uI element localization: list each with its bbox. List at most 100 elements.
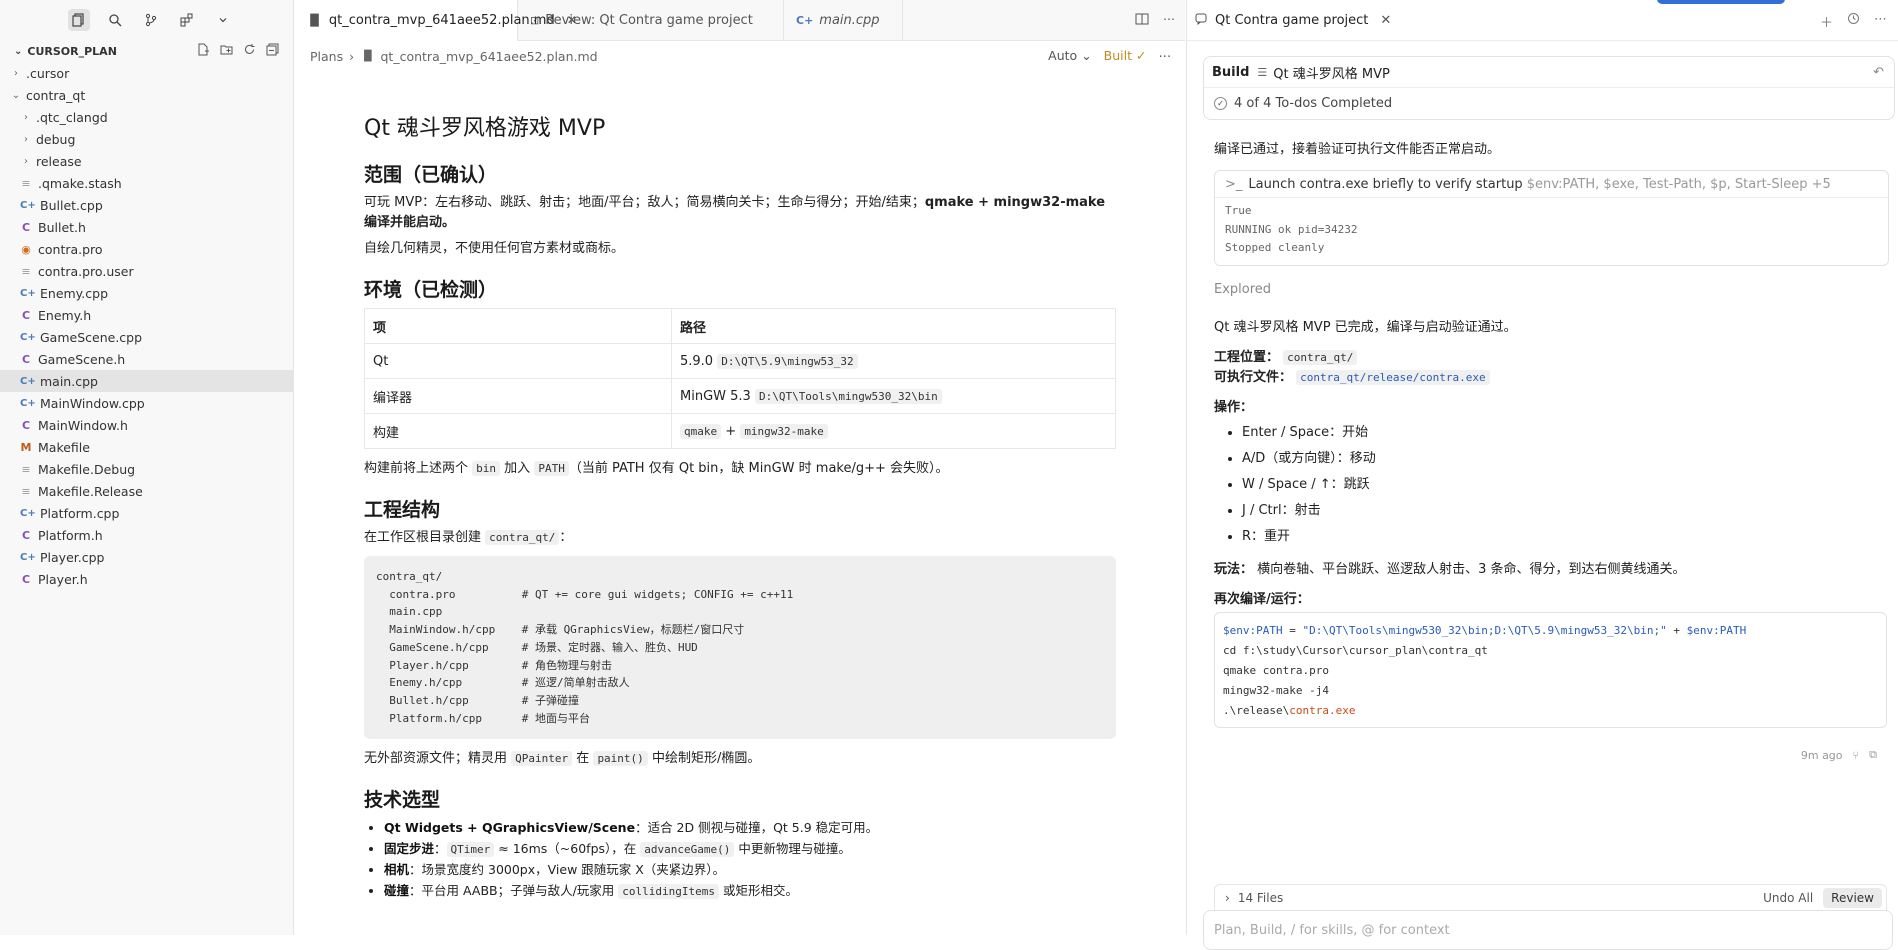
build-plan-card: Build ☰ Qt 魂斗罗风格 MVP ↶ ✓ 4 of 4 To-dos C… <box>1203 56 1895 120</box>
tab-main-cpp[interactable]: C+ main.cpp <box>784 0 903 40</box>
tree-file[interactable]: C+ Platform.cpp <box>0 502 293 524</box>
terminal-output: True RUNNING ok pid=34232 Stopped cleanl… <box>1215 198 1888 262</box>
tree-file[interactable]: C GameScene.h <box>0 348 293 370</box>
explored-toggle[interactable]: Explored <box>1214 282 1271 297</box>
tree-item-label: debug <box>36 131 76 147</box>
breadcrumb-plans[interactable]: Plans <box>310 49 343 64</box>
tree-file[interactable]: C+ MainWindow.cpp <box>0 392 293 414</box>
chevron-down-icon: ⌄ <box>14 45 23 57</box>
tree-file[interactable]: C Player.h <box>0 568 293 590</box>
review-button[interactable]: Review <box>1823 888 1882 908</box>
tree-folder[interactable]: ⌄ contra_qt <box>0 84 293 106</box>
chevron-right-icon: › <box>24 111 28 123</box>
tab-review[interactable]: ⊡ Review: Qt Contra game project <box>518 0 784 40</box>
fork-icon[interactable]: ⑂ <box>1853 749 1860 762</box>
close-icon[interactable]: ✕ <box>1380 13 1391 28</box>
source-control-icon[interactable] <box>140 9 162 31</box>
txt-file-icon: ≡ <box>21 462 31 476</box>
section-heading-tech: 技术选型 <box>364 789 441 812</box>
tree-item-label: Makefile.Release <box>38 483 143 499</box>
tab-label: main.cpp <box>819 12 880 28</box>
split-editor-icon[interactable] <box>1135 12 1149 29</box>
tree-file[interactable]: C+ Bullet.cpp <box>0 194 293 216</box>
make-file-icon: M <box>20 440 32 454</box>
project-tree-codeblock: contra_qt/ contra.pro # QT += core gui w… <box>364 556 1116 740</box>
tree-file[interactable]: ≡ Makefile.Release <box>0 480 293 502</box>
table-cell: 5.9.0 D:\QT\5.9\mingw53_32 <box>671 343 1116 379</box>
cpp-file-icon: C+ <box>796 13 814 27</box>
workspace-header[interactable]: ⌄ CURSOR_PLAN <box>0 40 293 62</box>
chevron-down-icon[interactable] <box>212 9 234 31</box>
new-chat-icon[interactable]: ＋ <box>1820 12 1833 31</box>
chat-input[interactable] <box>1214 923 1882 938</box>
tree-file[interactable]: C+ Player.cpp <box>0 546 293 568</box>
new-file-icon[interactable] <box>197 43 210 59</box>
tree-file[interactable]: C+ GameScene.cpp <box>0 326 293 348</box>
table-header-cell: 项 <box>364 308 672 344</box>
cpp-file-icon: C+ <box>20 551 36 563</box>
history-icon[interactable] <box>1847 12 1860 31</box>
more-actions-icon[interactable]: ⋯ <box>1874 12 1887 31</box>
undo-icon[interactable]: ↶ <box>1873 65 1884 80</box>
chevron-right-icon: › <box>24 155 28 167</box>
editor-tabbar: ▐▌ qt_contra_mvp_641aee52.plan.md ✕ ⊡ Re… <box>294 0 1185 41</box>
chevron-down-icon: ⌄ <box>1081 48 1092 63</box>
tree-file[interactable]: C+ main.cpp <box>0 370 293 392</box>
structure-intro: 在工作区根目录创建 contra_qt/： <box>364 530 573 545</box>
extensions-icon[interactable] <box>176 9 198 31</box>
tree-file[interactable]: M Makefile <box>0 436 293 458</box>
search-icon[interactable] <box>104 9 126 31</box>
h-file-icon: C <box>21 528 31 542</box>
chevron-down-icon: ⌄ <box>11 89 21 101</box>
tree-file[interactable]: C Platform.h <box>0 524 293 546</box>
undo-all-button[interactable]: Undo All <box>1763 891 1813 905</box>
tree-file[interactable]: ≡ Makefile.Debug <box>0 458 293 480</box>
tree-file[interactable]: ≡ .qmake.stash <box>0 172 293 194</box>
section-heading-scope: 范围（已确认） <box>364 164 498 186</box>
tab-label: Review: Qt Contra game project <box>545 12 753 28</box>
executable-link[interactable]: contra_qt/release/contra.exe <box>1296 370 1490 385</box>
more-actions-icon[interactable]: ⋯ <box>1159 48 1172 63</box>
list-item: W / Space / ↑：跳跃 <box>1242 472 1376 498</box>
tree-file[interactable]: C Bullet.h <box>0 216 293 238</box>
tree-file[interactable]: ≡ contra.pro.user <box>0 260 293 282</box>
tree-file[interactable]: ◉ contra.pro <box>0 238 293 260</box>
collapse-all-icon[interactable] <box>266 43 279 59</box>
mode-dropdown[interactable]: Auto ⌄ <box>1048 48 1092 63</box>
tree-file[interactable]: C MainWindow.h <box>0 414 293 436</box>
tree-folder[interactable]: › .cursor <box>0 62 293 84</box>
tree-file[interactable]: C+ Enemy.cpp <box>0 282 293 304</box>
copy-icon[interactable]: ⧉ <box>1869 748 1877 762</box>
table-header-cell: 路径 <box>671 308 1116 344</box>
terminal-command-row[interactable]: >_ Launch contra.exe briefly to verify s… <box>1215 171 1888 198</box>
tree-item-label: Player.cpp <box>40 549 105 565</box>
cpp-file-icon: C+ <box>20 199 36 211</box>
workspace-root-label: CURSOR_PLAN <box>27 44 117 58</box>
refresh-icon[interactable] <box>243 43 256 59</box>
build-plan-header[interactable]: Build ☰ Qt 魂斗罗风格 MVP ↶ <box>1204 57 1894 88</box>
project-location: 工程位置： contra_qt/ <box>1214 346 1358 365</box>
chat-tab[interactable]: Qt Contra game project ✕ <box>1195 0 1391 40</box>
chevron-right-icon[interactable]: › <box>1225 891 1230 905</box>
todos-status[interactable]: ✓ 4 of 4 To-dos Completed <box>1204 88 1894 118</box>
review-icon: ⊡ <box>530 13 540 27</box>
files-count[interactable]: 14 Files <box>1238 891 1283 905</box>
terminal-args: $env:PATH, $exe, Test-Path, $p, Start-Sl… <box>1526 176 1831 192</box>
new-folder-icon[interactable] <box>220 43 233 59</box>
tree-item-label: Bullet.h <box>38 219 86 235</box>
editor-area: ▐▌ qt_contra_mvp_641aee52.plan.md ✕ ⊡ Re… <box>294 0 1185 935</box>
scope-paragraph: 可玩 MVP：左右移动、跳跃、射击；地面/平台；敌人；简易横向关卡；生命与得分；… <box>364 195 1106 230</box>
tree-file[interactable]: C Enemy.h <box>0 304 293 326</box>
explorer-icon[interactable] <box>68 9 90 31</box>
controls-list: Enter / Space：开始 A/D（或方向键）：移动 W / Space … <box>1214 420 1376 550</box>
tree-folder[interactable]: › release <box>0 150 293 172</box>
build-label: Build <box>1212 64 1250 80</box>
tab-plan-md[interactable]: ▐▌ qt_contra_mvp_641aee52.plan.md ✕ <box>294 0 577 41</box>
tree-folder[interactable]: › .qtc_clangd <box>0 106 293 128</box>
breadcrumb-file[interactable]: qt_contra_mvp_641aee52.plan.md <box>381 49 598 64</box>
cpp-file-icon: C+ <box>20 331 36 343</box>
summary-text: Qt 魂斗罗风格 MVP 已完成，编译与启动验证通过。 <box>1214 320 1517 335</box>
more-actions-icon[interactable]: ⋯ <box>1163 12 1175 29</box>
tree-folder[interactable]: › debug <box>0 128 293 150</box>
list-item: 相机：场景宽度约 3000px，View 跟随玩家 X（夹紧边界）。 <box>384 860 1116 881</box>
